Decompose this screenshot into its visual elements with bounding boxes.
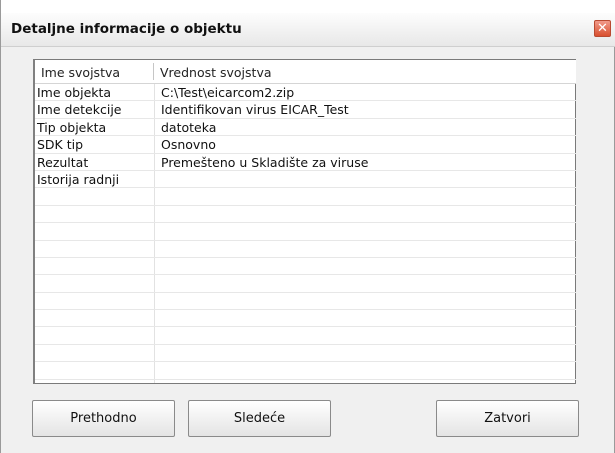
background-strip [1, 0, 615, 13]
table-row[interactable] [35, 241, 576, 258]
property-name-cell: SDK tip [37, 137, 84, 153]
property-name-cell: Rezultat [37, 154, 89, 170]
table-row[interactable] [35, 275, 576, 293]
previous-button[interactable]: Prethodno [32, 400, 175, 437]
table-header: Ime svojstva Vrednost svojstva [35, 60, 576, 84]
table-row[interactable] [35, 188, 576, 206]
close-icon[interactable]: ✕ [594, 20, 611, 37]
table-row[interactable]: Tip objekta datoteka [35, 119, 576, 137]
property-name-cell: Ime detekcije [37, 102, 122, 118]
property-name-cell: Ime objekta [37, 85, 112, 100]
table-row[interactable] [35, 223, 576, 241]
title-bar[interactable]: Detaljne informacije o objektu ✕ [1, 13, 615, 47]
close-button[interactable]: Zatvori [436, 400, 579, 437]
window-title: Detaljne informacije o objektu [11, 21, 242, 37]
table-row[interactable]: Ime detekcije Identifikovan virus EICAR_T… [35, 101, 576, 119]
table-row[interactable] [35, 206, 576, 224]
table-body: Ime objekta C:\Test\eicarcom2.zip Ime dete… [35, 84, 576, 380]
table-row[interactable]: Ime objekta C:\Test\eicarcom2.zip [35, 84, 576, 102]
column-separator[interactable] [153, 63, 154, 80]
table-row[interactable] [35, 310, 576, 328]
table-row[interactable] [35, 293, 576, 311]
dialog-window: Detaljne informacije o objektu ✕ Ime svo… [0, 0, 615, 453]
property-value-cell: datoteka [161, 119, 217, 135]
table-row[interactable] [35, 327, 576, 345]
properties-table[interactable]: Ime svojstva Vrednost svojstva Ime objek… [33, 59, 576, 384]
next-button[interactable]: Sledeće [188, 400, 331, 437]
property-name-cell: Tip objekta [37, 119, 107, 135]
column-header-property-name[interactable]: Ime svojstva [41, 65, 120, 80]
property-value-cell: Premešteno u Skladište za viruse [161, 154, 369, 170]
table-row[interactable] [35, 362, 576, 380]
table-row[interactable]: Rezultat Premešteno u Skladište za viruse [35, 154, 576, 171]
table-row[interactable] [35, 258, 576, 276]
column-header-property-value[interactable]: Vrednost svojstva [160, 65, 272, 80]
table-row[interactable]: SDK tip Osnovno [35, 136, 576, 154]
property-value-cell: Identifikovan virus EICAR_Test [161, 102, 349, 118]
table-row[interactable] [35, 345, 576, 363]
property-value-cell: Osnovno [161, 137, 216, 153]
table-row[interactable]: Istorija radnji [35, 171, 576, 189]
property-value-cell: C:\Test\eicarcom2.zip [161, 85, 295, 100]
property-name-cell: Istorija radnji [37, 171, 120, 187]
